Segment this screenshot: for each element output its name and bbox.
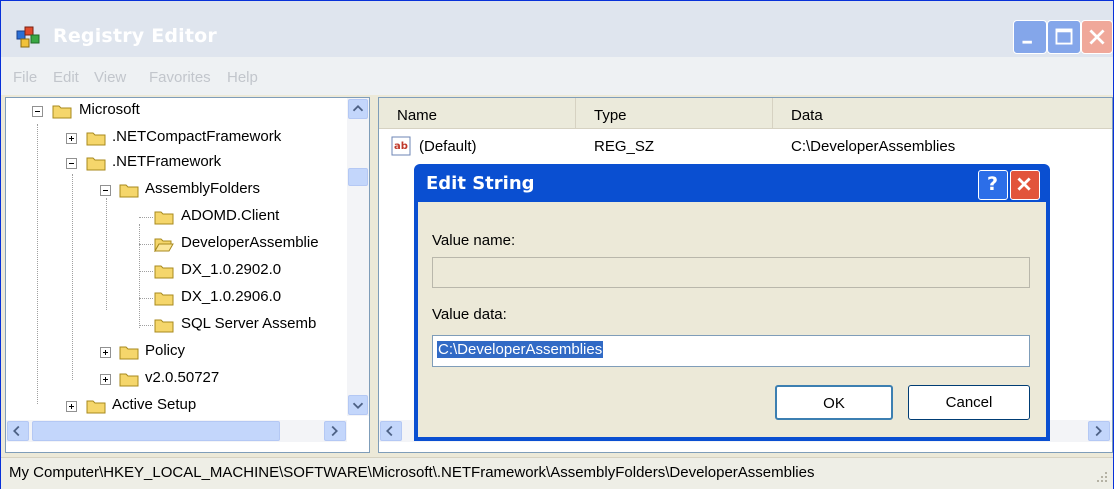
list-header: Name Type Data bbox=[379, 98, 1112, 129]
collapse-icon[interactable] bbox=[32, 106, 43, 117]
menu-bar: File Edit View Favorites Help bbox=[1, 57, 1113, 95]
value-data-field[interactable]: C:\DeveloperAssemblies bbox=[432, 335, 1030, 367]
folder-icon bbox=[154, 292, 174, 306]
open-folder-icon bbox=[154, 238, 174, 252]
maximize-icon bbox=[1055, 28, 1073, 45]
tree-line bbox=[139, 271, 153, 272]
tree-line bbox=[106, 198, 107, 310]
svg-text:ab: ab bbox=[394, 141, 408, 152]
folder-icon bbox=[154, 319, 174, 333]
expand-icon[interactable] bbox=[100, 374, 111, 385]
title-bar[interactable]: Registry Editor bbox=[1, 1, 1113, 57]
value-data-label: Value data: bbox=[432, 306, 507, 323]
scroll-left-button[interactable] bbox=[380, 421, 402, 441]
collapse-icon[interactable] bbox=[66, 158, 77, 169]
value-data: C:\DeveloperAssemblies bbox=[791, 138, 956, 155]
value-name-label: Value name: bbox=[432, 232, 516, 249]
tree-line bbox=[139, 224, 140, 328]
help-button[interactable]: ? bbox=[978, 170, 1008, 200]
tree-line bbox=[139, 325, 153, 326]
scroll-down-button[interactable] bbox=[348, 395, 368, 415]
chevron-left-icon bbox=[386, 425, 393, 437]
close-icon bbox=[1017, 177, 1031, 191]
help-icon: ? bbox=[987, 173, 999, 195]
tree-line bbox=[72, 174, 73, 380]
ok-button[interactable]: OK bbox=[775, 385, 893, 420]
scroll-right-button[interactable] bbox=[324, 421, 346, 441]
folder-icon bbox=[119, 346, 139, 360]
maximize-button[interactable] bbox=[1047, 20, 1081, 54]
menu-edit[interactable]: Edit bbox=[53, 69, 79, 86]
dialog-title-bar[interactable]: Edit String ? bbox=[414, 164, 1050, 202]
resize-grip-icon[interactable] bbox=[1093, 468, 1109, 484]
value-data-text: C:\DeveloperAssemblies bbox=[437, 341, 604, 358]
folder-icon bbox=[52, 105, 72, 119]
column-header-name[interactable]: Name bbox=[379, 98, 576, 128]
folder-icon bbox=[86, 400, 106, 414]
folder-icon bbox=[86, 157, 106, 171]
key-tree[interactable]: Microsoft .NETCompactFramework .NETFrame… bbox=[5, 97, 370, 453]
tree-vertical-scrollbar[interactable] bbox=[347, 98, 369, 416]
folder-icon bbox=[154, 265, 174, 279]
folder-icon bbox=[119, 184, 139, 198]
registry-editor-window: Registry Editor File Edit View Favorites… bbox=[0, 0, 1114, 489]
menu-help[interactable]: Help bbox=[227, 69, 258, 86]
expand-icon[interactable] bbox=[66, 133, 77, 144]
cancel-button[interactable]: Cancel bbox=[908, 385, 1030, 420]
value-type: REG_SZ bbox=[594, 138, 655, 155]
minimize-button[interactable] bbox=[1013, 20, 1047, 54]
expand-icon[interactable] bbox=[66, 401, 77, 412]
chevron-up-icon bbox=[352, 105, 364, 112]
scroll-left-button[interactable] bbox=[7, 421, 29, 441]
registry-editor-icon bbox=[16, 26, 40, 48]
menu-view[interactable]: View bbox=[94, 69, 126, 86]
scroll-thumb[interactable] bbox=[32, 421, 280, 441]
chevron-down-icon bbox=[352, 402, 364, 409]
status-bar: My Computer\HKEY_LOCAL_MACHINE\SOFTWARE\… bbox=[1, 457, 1113, 489]
minimize-icon bbox=[1022, 40, 1032, 44]
close-icon bbox=[1089, 29, 1105, 45]
scroll-right-button[interactable] bbox=[1088, 421, 1110, 441]
close-button[interactable] bbox=[1081, 20, 1113, 54]
window-title: Registry Editor bbox=[53, 25, 217, 47]
folder-icon bbox=[86, 132, 106, 146]
folder-icon bbox=[154, 211, 174, 225]
tree-horizontal-scrollbar[interactable] bbox=[6, 420, 347, 442]
dialog-title: Edit String bbox=[426, 173, 535, 194]
chevron-right-icon bbox=[1095, 425, 1102, 437]
chevron-left-icon bbox=[13, 425, 20, 437]
tree-line bbox=[139, 244, 153, 245]
tree-line bbox=[139, 298, 153, 299]
column-header-type[interactable]: Type bbox=[576, 98, 773, 128]
chevron-right-icon bbox=[331, 425, 338, 437]
dialog-body: Value name: Value data: C:\DeveloperAsse… bbox=[418, 202, 1046, 437]
scroll-up-button[interactable] bbox=[348, 99, 368, 119]
edit-string-dialog: Edit String ? Value name: Value data: C:… bbox=[414, 164, 1050, 441]
status-path: My Computer\HKEY_LOCAL_MACHINE\SOFTWARE\… bbox=[9, 464, 815, 481]
tree-line bbox=[139, 217, 153, 218]
value-name[interactable]: (Default) bbox=[419, 138, 477, 155]
string-value-icon: ab bbox=[391, 136, 411, 156]
folder-icon bbox=[119, 373, 139, 387]
menu-favorites[interactable]: Favorites bbox=[149, 69, 211, 86]
collapse-icon[interactable] bbox=[100, 185, 111, 196]
dialog-close-button[interactable] bbox=[1010, 170, 1040, 200]
expand-icon[interactable] bbox=[100, 347, 111, 358]
column-header-data[interactable]: Data bbox=[773, 98, 1112, 128]
scroll-thumb[interactable] bbox=[348, 168, 368, 186]
menu-file[interactable]: File bbox=[13, 69, 37, 86]
tree-line bbox=[37, 124, 38, 404]
value-name-field bbox=[432, 257, 1030, 288]
